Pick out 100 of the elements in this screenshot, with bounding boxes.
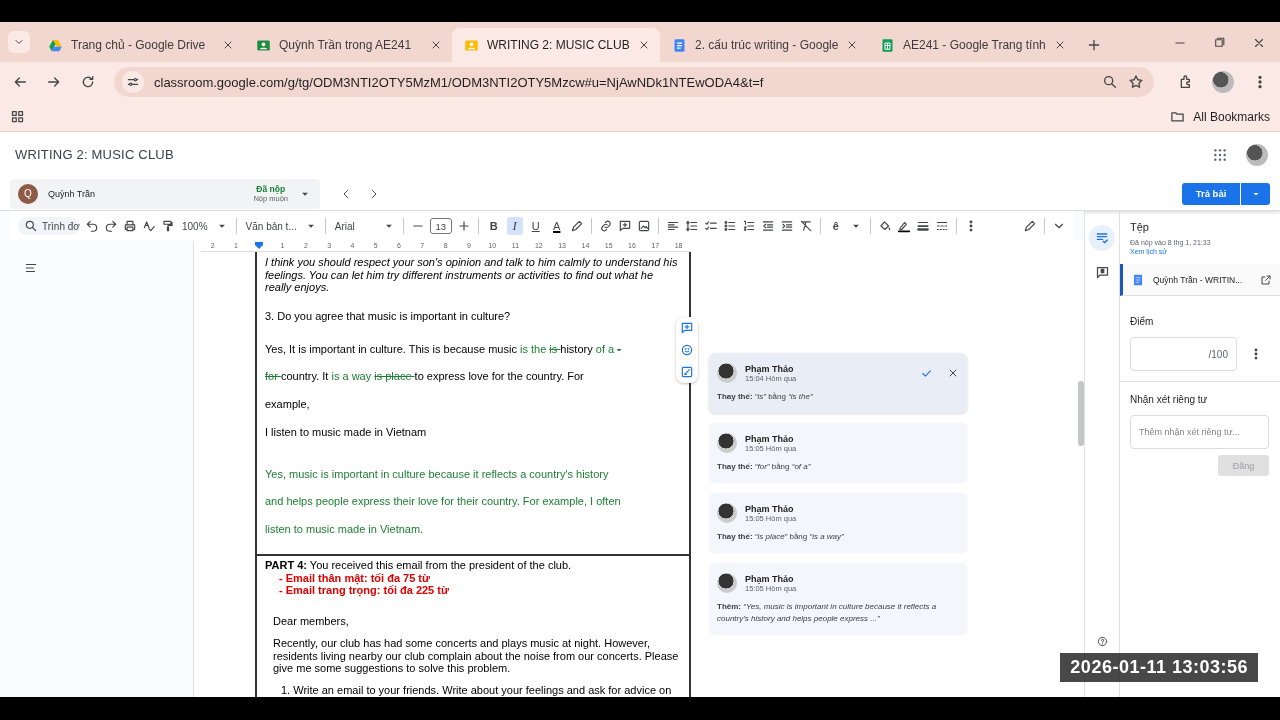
input-tools-button[interactable]: ê [827,217,844,235]
question: 3. Do you agree that music is important in culture? [265,309,512,322]
apps-icon[interactable] [10,109,25,124]
menu-search[interactable]: Trình đơ [18,217,80,235]
outline-icon[interactable] [24,261,38,275]
format-button[interactable]: I [506,217,523,235]
browser-tab[interactable]: 2. cấu trúc writing - Google [660,28,868,62]
font-dropdown[interactable]: Arial [332,220,377,232]
link-icon[interactable] [598,219,613,233]
browser-tab[interactable]: AE241 - Google Trang tính [868,28,1076,62]
format-button[interactable]: B [485,217,502,235]
font-size-field[interactable]: 13 [429,218,452,234]
student-avatar: Q [18,183,38,204]
close-icon[interactable] [638,39,650,51]
border-dash-icon[interactable] [934,219,949,233]
task: 1. Write an email to your friends. Write about your feelings and ask for advice on [281,684,673,697]
border-color-icon[interactable] [896,219,911,233]
comment-text: Thay thế: “for” bằng “of a” [717,461,812,473]
comment-text: Thay thế: “is place” bằng “is a way” [717,531,845,543]
document-list-icon [1094,230,1110,246]
student-name: Quỳnh Trần [48,188,97,199]
zoom-icon[interactable] [1102,74,1118,90]
checklist-icon[interactable] [703,219,718,233]
favicon-icon [672,37,687,53]
address-bar[interactable]: classroom.google.com/g/tg/ODM3NTI2OTY5MzM1/ODM3NTI2OTY5Mzcw#u=NjAwNDk1NTEwODA4&t=f [114,67,1154,97]
fill-color-icon[interactable] [877,219,892,233]
highlighter-icon[interactable] [569,219,584,233]
email-body: Recently, our club has had some concerts and plays music at night. However, residents living nearby our club complain about the noise from our concerts. Please give me some suggestions to solve this problem. [273,636,680,675]
browser-tab[interactable]: Quỳnh Trần trong AE241 [244,28,452,62]
browser-tab[interactable]: WRITING 2: MUSIC CLUB [452,28,660,62]
requirement: - Email trang trọng: tối đa 225 từ [279,584,450,598]
return-menu-button[interactable] [1240,182,1270,205]
increase-size-icon[interactable] [456,219,471,233]
grade-field[interactable]: /100 [1130,337,1237,371]
increase-indent-icon[interactable] [779,219,794,233]
profile-avatar[interactable] [1246,143,1268,166]
image-icon[interactable] [636,219,651,233]
format-button[interactable]: A [548,217,565,235]
comment-author: Phạm Thảo [745,573,795,584]
comment-author: Phạm Thảo [745,503,795,514]
open-external-icon[interactable] [1260,273,1272,286]
star-icon[interactable] [1128,74,1144,90]
line-spacing-icon[interactable] [684,219,699,233]
suggest-edit-icon[interactable] [680,365,694,379]
folder-icon[interactable] [1170,109,1186,124]
return-button[interactable]: Trả bài [1182,182,1240,205]
favicon-icon [48,37,63,53]
site-settings-icon[interactable] [126,75,140,89]
favicon-icon [880,37,895,53]
grade-label: Điểm [1130,316,1155,327]
reload-icon[interactable] [80,74,96,90]
help-icon[interactable] [1097,636,1108,647]
redo-icon[interactable] [104,219,118,233]
scrollbar[interactable] [1078,381,1084,446]
clear-formatting-icon[interactable] [798,219,813,233]
close-icon[interactable] [1252,36,1266,50]
commenter-avatar [717,363,737,383]
files-tab[interactable] [1089,225,1115,251]
spellcheck-icon[interactable] [142,219,156,233]
zoom-dropdown[interactable]: 100% [180,220,210,232]
close-icon[interactable] [430,39,442,51]
close-icon[interactable] [222,39,234,51]
emoji-icon[interactable] [680,343,694,357]
bookmarks-link[interactable]: All Bookmarks [1193,109,1270,124]
paragraph: I think you should respect your son's opinion and talk to him calmly to understand his feelings. You can let him try different instruments or activities to find out what he really enjoys. [265,256,679,294]
part-heading: PART 4: You received this email from the president of the club. [265,559,573,572]
decrease-indent-icon[interactable] [760,219,775,233]
print-icon[interactable] [123,219,137,233]
commenter-avatar [717,433,737,453]
align-icon[interactable] [665,219,680,233]
reject-icon[interactable] [947,367,959,379]
search-icon [24,219,38,233]
add-comment-icon[interactable] [680,321,694,335]
bullet-list-icon[interactable] [722,219,737,233]
private-comment-label: Nhận xét riêng tư [1130,394,1209,405]
restore-icon[interactable] [1213,36,1226,49]
border-width-icon[interactable] [915,219,930,233]
apps-icon[interactable] [1212,146,1228,163]
close-icon[interactable] [846,39,858,51]
paint-format-icon[interactable] [161,219,175,233]
pencil-icon[interactable] [1023,219,1037,233]
comments-icon[interactable] [1094,265,1110,280]
browser-tab[interactable]: Trang chủ - Google Drive [36,28,244,62]
greeting: Dear members, [273,615,350,628]
page-title: WRITING 2: MUSIC CLUB [15,147,175,162]
forward-icon[interactable] [46,74,62,90]
file-item[interactable]: Quỳnh Trần - WRITIN... [1120,264,1280,296]
style-dropdown[interactable]: Văn bản t... [243,220,299,232]
new-tab-icon[interactable] [1086,37,1102,53]
numbered-list-icon[interactable] [741,219,756,233]
add-comment-icon[interactable] [617,219,632,233]
private-comment-field[interactable]: Thêm nhận xét riêng tư... [1130,415,1269,449]
back-icon[interactable] [12,74,28,90]
undo-icon[interactable] [85,219,99,233]
comment-author: Phạm Thảo [745,433,795,444]
profile-avatar[interactable] [1212,71,1234,93]
format-button[interactable]: U [527,217,544,235]
close-icon[interactable] [1054,39,1066,51]
commenter-avatar [717,573,737,593]
comment-author: Phạm Thảo [745,363,795,374]
